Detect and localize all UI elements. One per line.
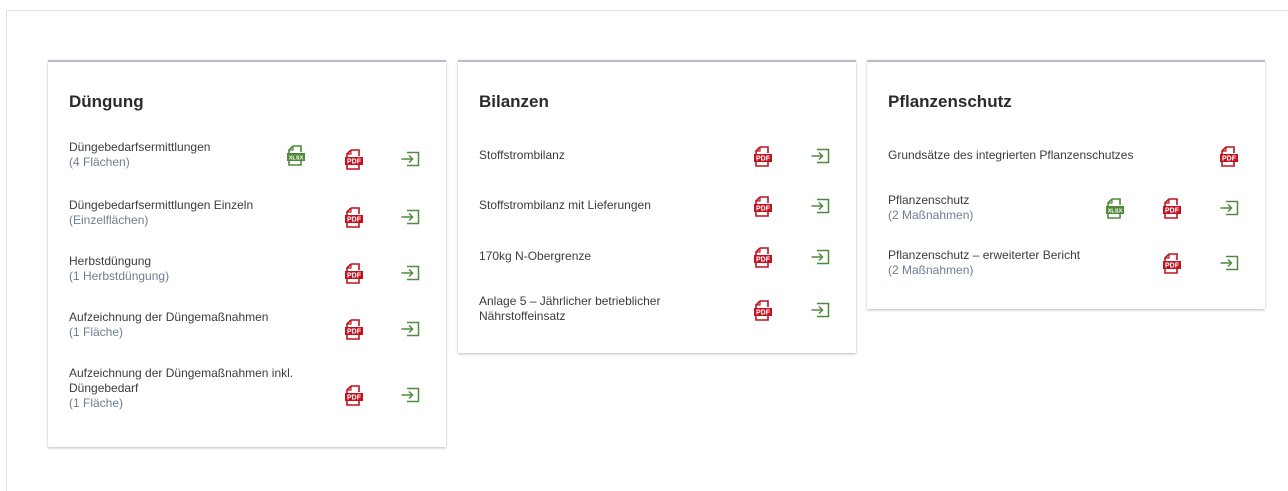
svg-text:XLSX: XLSX (289, 155, 304, 161)
report-label: Stoffstrombilanz (479, 148, 565, 162)
export-icon[interactable] (1218, 197, 1240, 219)
pdf-icon[interactable]: PDF (343, 148, 365, 170)
pdf-icon[interactable]: PDF (343, 384, 365, 406)
export-icon[interactable] (399, 262, 421, 284)
report-label: Aufzeichnung der Düngemaßnahmen inkl. Dü… (69, 366, 294, 395)
pdf-icon[interactable]: PDF (752, 145, 774, 167)
svg-text:PDF: PDF (756, 155, 771, 162)
xlsx-icon[interactable]: XLSX (1104, 197, 1126, 219)
svg-text:PDF: PDF (756, 256, 771, 263)
svg-text:PDF: PDF (347, 394, 362, 401)
report-sub: (2 Maßnahmen) (888, 208, 974, 222)
svg-text:PDF: PDF (1222, 155, 1237, 162)
pdf-icon[interactable]: PDF (343, 318, 365, 340)
pdf-icon[interactable]: PDF (1161, 252, 1183, 274)
svg-text:PDF: PDF (1165, 262, 1180, 269)
report-sub: (Einzelflächen) (69, 213, 149, 227)
report-label: Aufzeichnung der Düngemaßnahmen (69, 310, 269, 324)
card-bilanzen: Bilanzen Stoffstrombilanz PDF Stoffstrom… (458, 60, 856, 353)
svg-text:PDF: PDF (756, 309, 771, 316)
report-label: Anlage 5 – Jährlicher betrieblicher Nähr… (479, 294, 661, 323)
report-label: 170kg N-Obergrenze (479, 249, 592, 263)
svg-text:PDF: PDF (347, 328, 362, 335)
report-label: Düngebedarfsermittlungen (69, 140, 211, 154)
export-icon[interactable] (399, 318, 421, 340)
report-label: Pflanzenschutz – erweiterter Bericht (888, 248, 1081, 262)
export-icon[interactable] (809, 299, 831, 321)
pdf-icon[interactable]: PDF (752, 195, 774, 217)
pdf-icon[interactable]: PDF (1218, 145, 1240, 167)
report-label: Grundsätze des integrierten Pflanzenschu… (888, 148, 1134, 162)
export-icon[interactable] (809, 246, 831, 268)
card-duengung: Düngung Düngebedarfsermittlungen (4 Fläc… (48, 60, 446, 447)
export-icon[interactable] (809, 145, 831, 167)
report-sub: (1 Fläche) (69, 325, 124, 339)
pdf-icon[interactable]: PDF (1161, 197, 1183, 219)
card-title: Pflanzenschutz (888, 92, 1012, 111)
report-label: Stoffstrombilanz mit Lieferungen (479, 198, 651, 212)
card-title: Düngung (69, 92, 144, 111)
report-label: Pflanzenschutz (888, 193, 970, 207)
card-pflanzenschutz: Pflanzenschutz Grundsätze des integriert… (867, 60, 1265, 309)
report-sub: (1 Herbstdüngung) (69, 269, 170, 283)
export-icon[interactable] (1218, 252, 1240, 274)
report-sub: (4 Flächen) (69, 155, 130, 169)
report-sub: (1 Fläche) (69, 396, 124, 410)
export-icon[interactable] (809, 195, 831, 217)
pdf-icon[interactable]: PDF (343, 206, 365, 228)
xlsx-icon[interactable]: XLSX (285, 144, 307, 166)
svg-text:PDF: PDF (347, 272, 362, 279)
report-sub: (2 Maßnahmen) (888, 263, 974, 277)
report-label: Herbstdüngung (69, 254, 152, 268)
svg-text:XLSX: XLSX (1108, 208, 1123, 214)
report-label: Düngebedarfsermittlungen Einzeln (69, 198, 254, 212)
export-icon[interactable] (399, 206, 421, 228)
card-title: Bilanzen (479, 92, 549, 111)
pdf-icon[interactable]: PDF (752, 299, 774, 321)
pdf-icon[interactable]: PDF (752, 246, 774, 268)
svg-text:PDF: PDF (347, 158, 362, 165)
export-icon[interactable] (399, 384, 421, 406)
pdf-icon[interactable]: PDF (343, 262, 365, 284)
svg-text:PDF: PDF (347, 216, 362, 223)
svg-text:PDF: PDF (1165, 207, 1180, 214)
export-icon[interactable] (399, 148, 421, 170)
svg-text:PDF: PDF (756, 205, 771, 212)
